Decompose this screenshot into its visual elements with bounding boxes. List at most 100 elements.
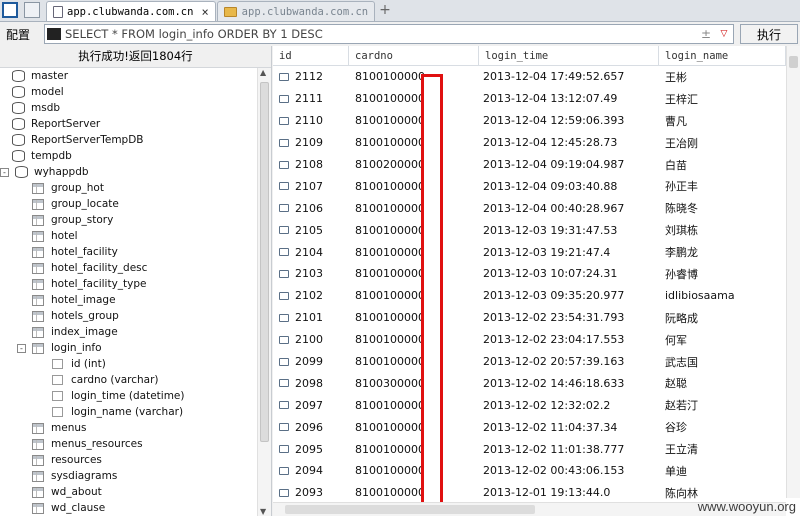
tab-label: app.clubwanda.com.cn bbox=[241, 5, 369, 18]
scrollbar-thumb[interactable] bbox=[789, 56, 798, 68]
tree-node-table[interactable]: sysdiagrams bbox=[0, 468, 258, 484]
tree-node-table[interactable]: menus bbox=[0, 420, 258, 436]
cell-id: 2101 bbox=[273, 311, 349, 324]
column-header-id[interactable]: id bbox=[273, 46, 349, 66]
scroll-down-icon[interactable]: ▼ bbox=[260, 507, 266, 516]
table-row[interactable]: 2097 8100100000 2013-12-02 12:32:02.2 赵若汀 bbox=[273, 394, 800, 416]
tab-active[interactable]: app.clubwanda.com.cn × bbox=[46, 1, 216, 21]
scroll-up-icon[interactable]: ▲ bbox=[260, 68, 266, 77]
cell-text: 2112 bbox=[295, 70, 323, 84]
table-row[interactable]: 2111 8100100000 2013-12-04 13:12:07.49 王梓汇 bbox=[273, 88, 800, 110]
cell-id: 2106 bbox=[273, 202, 349, 215]
cell-login-name: 单迪 bbox=[665, 464, 687, 478]
cell-text: 2106 bbox=[295, 201, 323, 215]
tree-node-table[interactable]: hotel bbox=[0, 228, 258, 244]
table-row[interactable]: 2096 8100100000 2013-12-02 11:04:37.34 谷珍 bbox=[273, 416, 800, 438]
tree-node-db[interactable]: msdb bbox=[0, 100, 258, 116]
table-row[interactable]: 2102 8100100000 2013-12-03 09:35:20.977 idl… bbox=[273, 285, 800, 307]
table-row[interactable]: 2105 8100100000 2013-12-03 19:31:47.53 刘琪栋 bbox=[273, 219, 800, 241]
tree-node-table[interactable]: group_hot bbox=[0, 180, 258, 196]
panel-icon[interactable] bbox=[24, 2, 40, 18]
tree-node-db[interactable]: tempdb bbox=[0, 148, 258, 164]
tree-node-db[interactable]: master bbox=[0, 68, 258, 84]
grid-vertical-scrollbar[interactable] bbox=[786, 46, 800, 498]
table-icon bbox=[32, 454, 44, 466]
cell-text: 2105 bbox=[295, 223, 323, 237]
row-icon bbox=[279, 423, 289, 432]
close-icon[interactable]: × bbox=[201, 5, 208, 19]
table-row[interactable]: 2104 8100100000 2013-12-03 19:21:47.4 李鹏龙 bbox=[273, 241, 800, 263]
run-button[interactable]: 执行 bbox=[740, 24, 798, 44]
tree-node-table[interactable]: hotel_facility bbox=[0, 244, 258, 260]
tree-node-table[interactable]: group_locate bbox=[0, 196, 258, 212]
tree-node-db[interactable]: ReportServerTempDB bbox=[0, 132, 258, 148]
tree-node-db[interactable]: model bbox=[0, 84, 258, 100]
table-row[interactable]: 2101 8100100000 2013-12-02 23:54:31.793 阮略成 bbox=[273, 307, 800, 329]
cell-cardno: 8100100000 bbox=[355, 136, 425, 150]
cell-id: 2112 bbox=[273, 70, 349, 83]
tree-node-db[interactable]: ReportServer bbox=[0, 116, 258, 132]
table-icon bbox=[32, 198, 44, 210]
tree-scrollbar[interactable]: ▲ ▼ bbox=[257, 68, 271, 516]
cell-login-name: 赵聪 bbox=[665, 377, 687, 391]
cell-login-name: 李鹏龙 bbox=[665, 246, 698, 260]
new-tab-button[interactable]: + bbox=[379, 2, 391, 18]
tree-node-table[interactable]: wd_clause bbox=[0, 500, 258, 516]
table-icon bbox=[32, 278, 44, 290]
table-icon bbox=[32, 262, 44, 274]
table-row[interactable]: 2094 8100100000 2013-12-02 00:43:06.153 单迪 bbox=[273, 460, 800, 482]
tree-node-table[interactable]: hotels_group bbox=[0, 308, 258, 324]
row-icon bbox=[279, 357, 289, 366]
tree-node-column[interactable]: cardno (varchar) bbox=[0, 372, 258, 388]
tree-node-table[interactable]: - login_info bbox=[0, 340, 258, 356]
database-icon bbox=[12, 102, 25, 114]
table-row[interactable]: 2110 8100100000 2013-12-04 12:59:06.393 曹凡 bbox=[273, 110, 800, 132]
column-header-login-name[interactable]: login_name bbox=[659, 46, 786, 66]
tab-inactive[interactable]: app.clubwanda.com.cn bbox=[216, 1, 376, 21]
table-row[interactable]: 2108 8100200000 2013-12-04 09:19:04.987 白苗 bbox=[273, 154, 800, 176]
database-icon bbox=[12, 118, 25, 130]
window-icon[interactable] bbox=[2, 2, 18, 18]
tree-node-table[interactable]: hotel_facility_type bbox=[0, 276, 258, 292]
scrollbar-thumb[interactable] bbox=[260, 82, 269, 442]
table-row[interactable]: 2100 8100100000 2013-12-02 23:04:17.553 何军 bbox=[273, 329, 800, 351]
history-icon[interactable]: ± bbox=[701, 27, 715, 41]
tree-node-db[interactable]: - wyhappdb bbox=[0, 164, 258, 180]
tree-node-table[interactable]: hotel_image bbox=[0, 292, 258, 308]
table-row[interactable]: 2099 8100100000 2013-12-02 20:57:39.163 武志国 bbox=[273, 351, 800, 373]
table-row[interactable]: 2103 8100100000 2013-12-03 10:07:24.31 孙睿博 bbox=[273, 263, 800, 285]
sql-text[interactable]: SELECT * FROM login_info ORDER BY 1 DESC bbox=[65, 27, 701, 41]
scrollbar-thumb[interactable] bbox=[285, 505, 535, 514]
table-row[interactable]: 2107 8100100000 2013-12-04 09:03:40.88 孙正丰 bbox=[273, 175, 800, 197]
sql-input[interactable]: SELECT * FROM login_info ORDER BY 1 DESC… bbox=[44, 24, 734, 44]
cell-cardno: 8100100000 bbox=[355, 70, 425, 84]
cell-login-time: 2013-12-02 14:46:18.633 bbox=[483, 376, 625, 390]
table-row[interactable]: 2098 8100300000 2013-12-02 14:46:18.633 赵聪 bbox=[273, 372, 800, 394]
cell-text: 2099 bbox=[295, 355, 323, 369]
tree-node-table[interactable]: group_story bbox=[0, 212, 258, 228]
cell-text: 2108 bbox=[295, 158, 323, 171]
collapse-icon[interactable]: - bbox=[0, 167, 9, 177]
tree-node-table[interactable]: resources bbox=[0, 452, 258, 468]
table-row[interactable]: 2106 8100100000 2013-12-04 00:40:28.967 陈晓冬 bbox=[273, 197, 800, 219]
table-row[interactable]: 2109 8100100000 2013-12-04 12:45:28.73 王冶刚 bbox=[273, 132, 800, 154]
cell-id: 2109 bbox=[273, 136, 349, 149]
tree-node-table[interactable]: hotel_facility_desc bbox=[0, 260, 258, 276]
cell-login-name: 何军 bbox=[665, 333, 687, 347]
config-button[interactable]: 配置 bbox=[0, 26, 44, 43]
cell-id: 2108 bbox=[273, 158, 349, 171]
cell-login-time: 2013-12-04 17:49:52.657 bbox=[483, 70, 625, 84]
tree-node-column[interactable]: id (int) bbox=[0, 356, 258, 372]
column-header-login-time[interactable]: login_time bbox=[479, 46, 659, 66]
tree-node-column[interactable]: login_time (datetime) bbox=[0, 388, 258, 404]
table-row[interactable]: 2095 8100100000 2013-12-02 11:01:38.777 王立清 bbox=[273, 438, 800, 460]
tree-node-table[interactable]: menus_resources bbox=[0, 436, 258, 452]
tree-node-table[interactable]: index_image bbox=[0, 324, 258, 340]
tree-node-table[interactable]: wd_about bbox=[0, 484, 258, 500]
collapse-icon[interactable]: - bbox=[17, 343, 26, 353]
tree-node-column[interactable]: login_name (varchar) bbox=[0, 404, 258, 420]
cell-login-time: 2013-12-04 09:03:40.88 bbox=[483, 179, 618, 193]
column-header-cardno[interactable]: cardno bbox=[349, 46, 479, 66]
table-row[interactable]: 2112 8100100000 2013-12-04 17:49:52.657 王彬 bbox=[273, 66, 800, 88]
chevron-down-icon[interactable]: ▽ bbox=[715, 29, 733, 39]
